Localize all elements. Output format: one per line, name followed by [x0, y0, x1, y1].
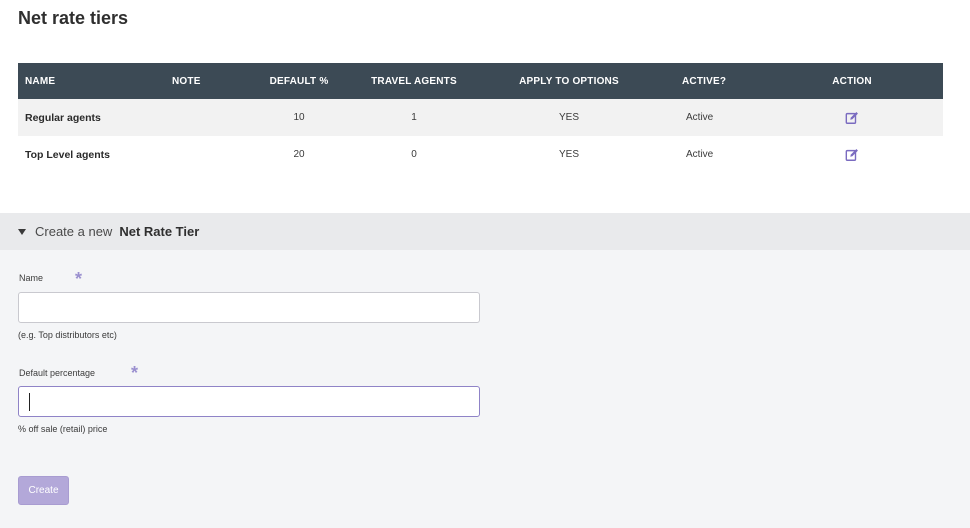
required-asterisk-icon: * [75, 269, 83, 289]
text-cursor [29, 393, 30, 411]
column-header-travel-agents[interactable]: TRAVEL AGENTS [359, 63, 469, 99]
create-panel-toggle[interactable]: Create a new Net Rate Tier [0, 213, 970, 250]
table-row: Top Level agents 20 0 YES Active [18, 136, 943, 173]
cell-action [761, 136, 943, 173]
cell-apply-to-options: YES [469, 99, 669, 136]
create-header-title: Net Rate Tier [119, 224, 200, 239]
name-help-text: (e.g. Top distributors etc) [18, 330, 117, 340]
table-row: Regular agents 10 1 YES Active [18, 99, 943, 136]
cell-name: Top Level agents [18, 136, 155, 173]
column-header-name[interactable]: NAME [18, 63, 155, 99]
caret-down-icon [18, 228, 26, 235]
cell-travel-agents: 1 [359, 99, 469, 136]
cell-name: Regular agents [18, 99, 155, 136]
edit-icon[interactable] [845, 111, 859, 125]
create-button[interactable]: Create [18, 476, 69, 505]
cell-action [761, 99, 943, 136]
page-title: Net rate tiers [18, 8, 129, 28]
cell-note [155, 99, 239, 136]
column-header-note[interactable]: NOTE [155, 63, 239, 99]
default-percentage-help-text: % off sale (retail) price [18, 424, 108, 434]
default-percentage-input[interactable] [18, 386, 480, 417]
cell-active: Active [669, 99, 761, 136]
name-field-label: Name [19, 273, 44, 283]
cell-default-pct: 20 [239, 136, 359, 173]
column-header-action: ACTION [761, 63, 943, 99]
required-asterisk-icon: * [131, 363, 139, 383]
column-header-active[interactable]: ACTIVE? [669, 63, 761, 99]
create-header-prefix: Create a new [35, 224, 113, 239]
default-percentage-field-label: Default percentage [19, 368, 96, 378]
cell-travel-agents: 0 [359, 136, 469, 173]
cell-default-pct: 10 [239, 99, 359, 136]
table-header-row: NAME NOTE DEFAULT % TRAVEL AGENTS APPLY … [18, 63, 943, 99]
edit-icon[interactable] [845, 148, 859, 162]
name-input[interactable] [18, 292, 480, 323]
column-header-apply-to-options[interactable]: APPLY TO OPTIONS [469, 63, 669, 99]
cell-note [155, 136, 239, 173]
column-header-default-pct[interactable]: DEFAULT % [239, 63, 359, 99]
create-net-rate-tier-panel: Create a new Net Rate Tier Name * (e.g. … [0, 213, 970, 528]
cell-active: Active [669, 136, 761, 173]
cell-apply-to-options: YES [469, 136, 669, 173]
net-rate-tiers-table: NAME NOTE DEFAULT % TRAVEL AGENTS APPLY … [18, 63, 943, 173]
